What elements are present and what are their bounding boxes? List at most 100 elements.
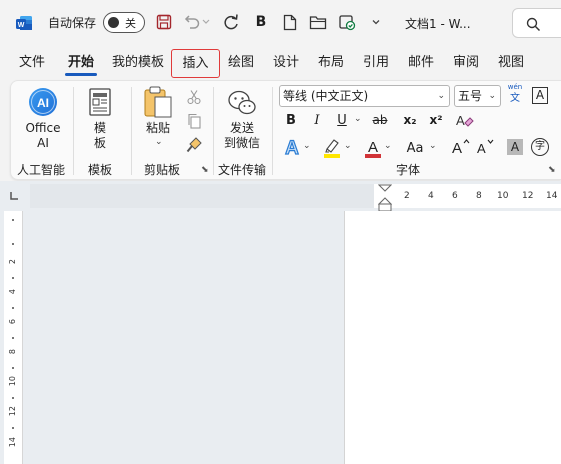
redo-icon[interactable]: [221, 12, 241, 32]
ruler-tick: 14: [8, 437, 17, 448]
group-label-font: 字体: [396, 163, 421, 177]
horizontal-ruler[interactable]: 2 4 6 8 10 12 14: [30, 184, 561, 212]
svg-text:AI: AI: [37, 96, 49, 110]
ruler-tick: 14: [546, 191, 558, 201]
phonetic-guide-top: wén: [507, 83, 523, 91]
tab-insert[interactable]: 插入: [171, 49, 220, 78]
paste-icon: [144, 86, 172, 118]
document-page[interactable]: [344, 211, 561, 464]
ruler-tick: 4: [8, 289, 17, 295]
ruler-tick: 6: [8, 319, 17, 325]
superscript-button[interactable]: x²: [425, 109, 447, 131]
shrink-font-button[interactable]: A: [476, 137, 496, 157]
tab-draw[interactable]: 绘图: [223, 48, 259, 78]
document-area: 2 4 6 8 10 12 14 2 4 6 8 10 12 14: [0, 181, 561, 464]
subscript-button[interactable]: x₂: [399, 109, 421, 131]
indent-marker-icon[interactable]: [378, 184, 392, 212]
search-box[interactable]: [512, 8, 561, 38]
change-case-dropdown-icon[interactable]: ⌄: [429, 141, 437, 151]
tab-review[interactable]: 审阅: [448, 48, 484, 78]
group-label-file-transfer: 文件传输: [218, 163, 267, 177]
new-document-icon[interactable]: [280, 12, 300, 32]
office-ai-label-line1: Office: [25, 121, 61, 135]
print-preview-icon[interactable]: [337, 12, 357, 32]
font-name-combo[interactable]: 等线 (中文正文) ⌄: [279, 85, 450, 107]
tab-file[interactable]: 文件: [11, 48, 53, 78]
svg-text:A: A: [285, 138, 299, 158]
phonetic-guide-button[interactable]: wén 文: [505, 83, 525, 109]
template-label-line1: 模: [93, 121, 106, 135]
autosave-state: 关: [125, 17, 136, 30]
template-label: 模 板: [87, 121, 113, 151]
template-label-line2: 板: [93, 136, 106, 150]
text-effects-icon[interactable]: A: [281, 136, 303, 159]
tab-mailings[interactable]: 邮件: [403, 48, 439, 78]
ruler-tick: 12: [8, 406, 17, 417]
svg-text:A: A: [368, 139, 378, 156]
tab-design[interactable]: 设计: [268, 48, 304, 78]
vertical-ruler[interactable]: 2 4 6 8 10 12 14: [4, 211, 23, 464]
template-button[interactable]: [87, 87, 113, 117]
open-folder-icon[interactable]: [308, 12, 328, 32]
format-painter-icon[interactable]: [186, 137, 202, 153]
font-color-dropdown-icon[interactable]: ⌄: [384, 141, 392, 151]
ruler-dot: [12, 243, 14, 245]
paste-button[interactable]: [142, 85, 174, 119]
svg-text:A: A: [452, 140, 462, 157]
ruler-dot: [12, 397, 14, 399]
group-label-ai: 人工智能: [17, 163, 66, 177]
tab-view[interactable]: 视图: [493, 48, 529, 78]
customize-qa-icon[interactable]: [366, 12, 386, 32]
text-effects-dropdown-icon[interactable]: ⌄: [303, 141, 311, 151]
ruler-dot: [12, 427, 14, 429]
template-icon: [89, 88, 111, 116]
tab-layout[interactable]: 布局: [313, 48, 349, 78]
ruler-dot: [12, 307, 14, 309]
ruler-tick: 6: [452, 191, 458, 201]
font-color-button[interactable]: A: [362, 137, 384, 159]
send-to-wechat-button[interactable]: [227, 89, 257, 117]
chevron-down-icon: ⌄: [488, 91, 496, 101]
office-ai-label-line2: AI: [37, 136, 49, 150]
send-to-wechat-label-line1: 发送: [229, 121, 254, 135]
copy-icon[interactable]: [186, 113, 202, 129]
office-ai-label: Office AI: [21, 121, 65, 151]
character-shading-button[interactable]: A: [507, 139, 523, 155]
chevron-down-icon: ⌄: [437, 91, 445, 101]
change-case-button[interactable]: Aa: [402, 137, 428, 159]
send-to-wechat-label-line2: 到微信: [223, 136, 260, 150]
character-border-button[interactable]: A: [532, 87, 548, 104]
enclose-characters-button[interactable]: 字: [531, 138, 549, 156]
undo-dropdown-icon[interactable]: [200, 12, 212, 32]
group-divider: [213, 87, 214, 175]
cut-icon[interactable]: [186, 89, 202, 105]
autosave-toggle[interactable]: 关: [103, 12, 145, 33]
clipboard-launcher-icon[interactable]: ⬊: [201, 165, 209, 175]
tab-selector[interactable]: [0, 181, 30, 211]
italic-button[interactable]: I: [306, 109, 328, 131]
ruler-tick: 10: [497, 191, 509, 201]
font-size-combo[interactable]: 五号 ⌄: [454, 85, 501, 107]
tab-home[interactable]: 开始: [62, 48, 100, 78]
underline-dropdown-icon[interactable]: ⌄: [354, 114, 362, 124]
tab-references[interactable]: 引用: [358, 48, 394, 78]
tab-my-templates[interactable]: 我的模板: [107, 48, 169, 78]
highlight-icon[interactable]: [321, 137, 343, 159]
font-launcher-icon[interactable]: ⬊: [548, 165, 556, 175]
office-ai-button[interactable]: AI: [26, 85, 60, 119]
undo-icon[interactable]: [182, 12, 202, 32]
clear-formatting-icon[interactable]: A: [454, 111, 474, 131]
font-size-value: 五号: [458, 89, 483, 103]
bold-button[interactable]: B: [280, 109, 302, 131]
bold-qa-icon[interactable]: B: [251, 12, 271, 32]
strikethrough-button[interactable]: ab: [369, 109, 391, 131]
send-to-wechat-label: 发送 到微信: [219, 121, 265, 151]
paste-dropdown-icon[interactable]: ⌄: [155, 137, 163, 147]
ruler-dot: [12, 219, 14, 221]
grow-font-button[interactable]: A: [451, 137, 471, 157]
highlight-dropdown-icon[interactable]: ⌄: [344, 141, 352, 151]
ribbon-home: AI Office AI 人工智能 模 板 模板 粘贴 ⌄ 剪贴板 ⬊ 发送 到…: [10, 80, 561, 180]
underline-button[interactable]: U: [331, 109, 353, 131]
word-logo-icon: W: [16, 16, 32, 30]
save-icon[interactable]: [154, 12, 174, 32]
